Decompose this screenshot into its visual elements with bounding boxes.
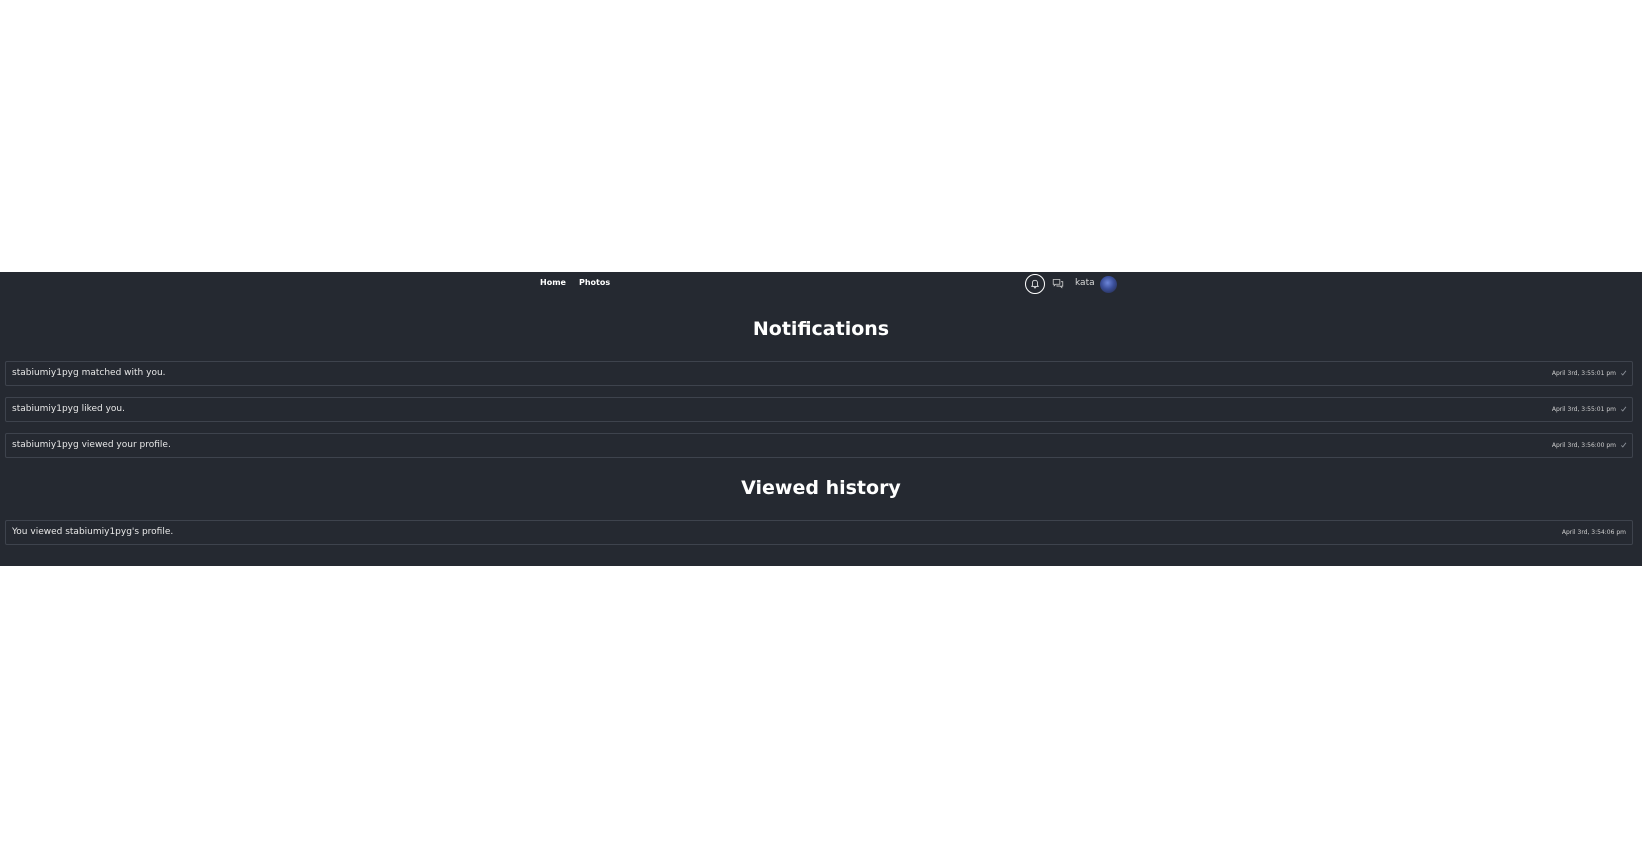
history-item[interactable]: You viewed stabiumiy1pyg's profile. Apri… (5, 520, 1633, 545)
check-icon[interactable] (1620, 405, 1627, 413)
notification-text: stabiumiy1pyg viewed your profile. (12, 440, 171, 450)
notifications-button[interactable] (1025, 274, 1045, 294)
viewed-history-title: Viewed history (741, 477, 901, 499)
notification-time: April 3rd, 3:56:00 pm (1551, 442, 1616, 449)
username-label[interactable]: kata (1075, 278, 1095, 288)
history-time: April 3rd, 3:54:06 pm (1561, 529, 1626, 536)
check-icon[interactable] (1620, 441, 1627, 449)
notification-text: stabiumiy1pyg liked you. (12, 404, 125, 414)
notification-item[interactable]: stabiumiy1pyg liked you. April 3rd, 3:55… (5, 397, 1633, 422)
check-icon[interactable] (1620, 369, 1627, 377)
notification-item[interactable]: stabiumiy1pyg matched with you. April 3r… (5, 361, 1633, 386)
notification-item[interactable]: stabiumiy1pyg viewed your profile. April… (5, 433, 1633, 458)
notification-text: stabiumiy1pyg matched with you. (12, 368, 166, 378)
notification-time: April 3rd, 3:55:01 pm (1551, 370, 1616, 377)
notification-time: April 3rd, 3:55:01 pm (1551, 406, 1616, 413)
notifications-title: Notifications (752, 318, 890, 340)
top-navbar: Home Photos kata (0, 272, 1642, 297)
messages-button[interactable] (1052, 277, 1064, 289)
nav-home-link[interactable]: Home (540, 278, 566, 287)
avatar[interactable] (1100, 276, 1117, 293)
chat-icon (1052, 278, 1064, 288)
app-container: Home Photos kata Notifications stabiumiy… (0, 272, 1642, 566)
bell-icon (1031, 279, 1039, 289)
nav-photos-link[interactable]: Photos (579, 278, 610, 287)
history-text: You viewed stabiumiy1pyg's profile. (12, 527, 174, 537)
